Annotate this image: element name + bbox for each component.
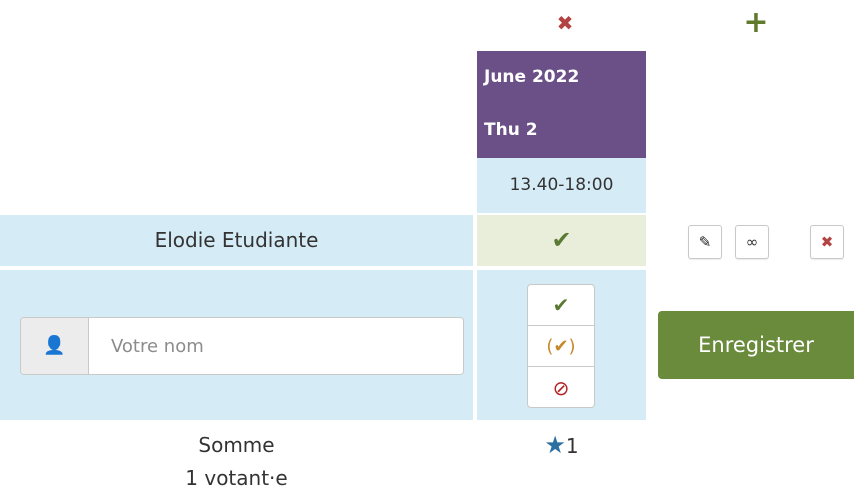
delete-column-icon[interactable]: ✖ [550,8,580,38]
vote-link-button[interactable]: ∞ [735,225,769,259]
summary-label: Somme [198,433,275,457]
choice-no-icon[interactable]: ⊘ [528,367,594,407]
save-button[interactable]: Enregistrer [658,311,854,379]
score-value: 1 [565,434,579,458]
edit-vote-button[interactable]: ✎ [688,225,722,259]
name-input[interactable] [89,318,463,374]
name-input-group: 👤 [20,317,464,375]
participant-vote-yes-icon: ✔ [477,215,646,266]
star-icon: ★ [544,431,566,459]
choice-maybe-icon[interactable]: (✔) [528,326,594,367]
date-month-header: June 2022 [477,51,646,103]
vote-choice-group: ✔ (✔) ⊘ [527,284,595,408]
participant-name: Elodie Etudiante [0,215,473,266]
link-icon: ∞ [745,233,759,251]
summary-score: ★1 [477,430,646,460]
pencil-icon: ✎ [698,233,712,251]
add-column-icon[interactable]: + [738,6,774,40]
voter-count: 1 votant·e [185,466,288,490]
user-icon: 👤 [21,318,89,374]
close-icon: ✖ [820,233,834,251]
date-day-header: Thu 2 [477,103,646,158]
delete-vote-button[interactable]: ✖ [810,225,844,259]
time-slot-header: 13.40-18:00 [477,158,646,213]
choice-yes-icon[interactable]: ✔ [528,285,594,326]
